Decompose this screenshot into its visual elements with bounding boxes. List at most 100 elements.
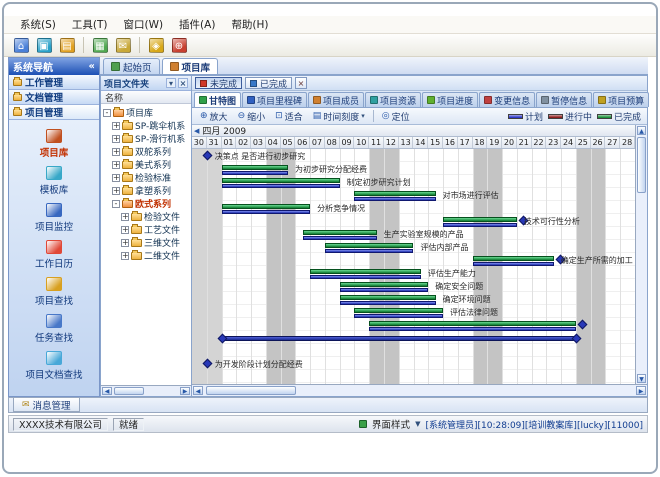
sidebar-group-work[interactable]: 工作管理 [9, 75, 99, 90]
collapse-sidebar-button[interactable]: « [89, 61, 95, 72]
locate-button[interactable]: ◎定位 [378, 108, 414, 125]
folder-icon [131, 213, 142, 221]
task-label: 评估内部产品 [421, 242, 469, 253]
button-label: 时间刻度 [323, 110, 359, 123]
message-tab-label: 消息管理 [33, 398, 71, 412]
tree-node[interactable]: +二维文件 [101, 249, 191, 262]
view-tab-resources[interactable]: 项目资源 [365, 92, 421, 107]
mail-icon-button[interactable]: ✉ [113, 36, 133, 55]
home-icon-button[interactable]: ⌂ [11, 36, 31, 55]
tree-expander-icon[interactable]: + [121, 239, 129, 247]
tree-node[interactable]: +检验标准 [101, 171, 191, 184]
key-icon-button[interactable]: ◈ [146, 36, 166, 55]
chevron-down-icon[interactable]: ▾ [166, 78, 176, 88]
window-icon: ▣ [37, 38, 52, 53]
sidebar-groups: 工作管理文档管理项目管理 [9, 75, 99, 120]
view-tab-gantt[interactable]: 甘特图 [194, 92, 241, 107]
task-bar-completed [369, 321, 576, 326]
tree-node[interactable]: +双舵系列 [101, 145, 191, 158]
filter-incomplete-button[interactable]: 未完成 [195, 77, 242, 89]
tree-expander-icon[interactable]: + [112, 135, 120, 143]
view-tab-pause[interactable]: 暂停信息 [536, 92, 592, 107]
tree-expander-icon[interactable]: + [112, 122, 120, 130]
grid-line [591, 149, 592, 384]
view-tab-budget[interactable]: 项目预算 [593, 92, 649, 107]
menu-item[interactable]: 系统(S) [12, 16, 64, 33]
sidebar-item-work-calendar[interactable]: 工作日历 [9, 238, 99, 272]
gantt-grid[interactable]: 决策点 是否进行初步研究为初步研究分配经费制定初步研究计划对市场进行评估分析竞争… [192, 149, 635, 384]
scroll-right-arrow[interactable]: ▶ [180, 387, 190, 395]
menu-item[interactable]: 窗口(W) [115, 16, 171, 33]
tree-node[interactable]: +三维文件 [101, 236, 191, 249]
zoom-in-button[interactable]: ⊕放大 [196, 108, 232, 125]
tree-expander-icon[interactable]: + [121, 226, 129, 234]
time-scale-button[interactable]: ▤时间刻度▾ [309, 108, 369, 125]
tree-node[interactable]: +拿塑系列 [101, 184, 191, 197]
work-calendar-icon [46, 240, 62, 254]
message-manager-tab[interactable]: ✉ 消息管理 [13, 398, 80, 412]
tree-expander-icon[interactable]: + [112, 187, 120, 195]
chart-icon-button[interactable]: ▦ [90, 36, 110, 55]
sidebar-item-project-doc-search[interactable]: 项目文档查找 [9, 349, 99, 383]
timeline-left-arrow[interactable]: ◀ [194, 127, 199, 135]
tree-horizontal-scrollbar[interactable]: ◀ ▶ [101, 385, 191, 396]
legend-swatch [597, 114, 612, 119]
sidebar-item-project-search[interactable]: 项目查找 [9, 275, 99, 309]
tree-node-label: 美式系列 [135, 158, 171, 171]
scrollbar-thumb[interactable] [637, 137, 646, 193]
task-label: 技术可行性分析 [524, 216, 580, 227]
window-icon-button[interactable]: ▣ [34, 36, 54, 55]
folder-icon-button[interactable]: ▤ [57, 36, 77, 55]
scrollbar-thumb[interactable] [206, 386, 296, 395]
view-tab-progress[interactable]: 项目进度 [422, 92, 478, 107]
filter-completed-button[interactable]: 已完成 [245, 77, 292, 89]
sidebar-group-documents[interactable]: 文档管理 [9, 90, 99, 105]
scroll-left-arrow[interactable]: ◀ [193, 386, 203, 395]
menu-item[interactable]: 帮助(H) [223, 16, 276, 33]
sidebar-item-task-search[interactable]: 任务查找 [9, 312, 99, 346]
tree-expander-icon[interactable]: + [112, 161, 120, 169]
view-tab-milestone[interactable]: 项目里程碑 [242, 92, 307, 107]
tab-project-library[interactable]: 项目库 [162, 58, 219, 74]
scroll-up-arrow[interactable]: ▲ [637, 126, 646, 135]
scroll-down-arrow[interactable]: ▼ [637, 374, 646, 383]
tree-node[interactable]: - 项目库 [101, 106, 191, 119]
filter-close-button[interactable]: × [295, 77, 307, 89]
zoom-fit-button[interactable]: ⊡适合 [271, 108, 307, 125]
scroll-left-arrow[interactable]: ◀ [102, 387, 112, 395]
tree-expander-icon[interactable]: - [112, 200, 120, 208]
tree-node[interactable]: +工艺文件 [101, 223, 191, 236]
tree-node[interactable]: +SP-滑行机系 [101, 132, 191, 145]
tree-expander-icon[interactable]: + [112, 174, 120, 182]
tree-node-label: 项目库 [126, 106, 153, 119]
vertical-scrollbar[interactable]: ▲ ▼ [635, 125, 647, 384]
zoom-out-button[interactable]: ⊖缩小 [234, 108, 270, 125]
sidebar-item-project-library[interactable]: 项目库 [9, 127, 99, 161]
tab-start-page[interactable]: 起始页 [103, 58, 160, 74]
tree-expander-icon[interactable]: - [103, 109, 111, 117]
tree-expander-icon[interactable]: + [112, 148, 120, 156]
sidebar-item-project-monitor[interactable]: 项目监控 [9, 201, 99, 235]
month-label: 四月 2009 [202, 124, 246, 137]
style-dropdown-arrow[interactable]: ▼ [415, 420, 420, 428]
exit-icon-button[interactable]: ⊕ [169, 36, 189, 55]
sidebar-group-projects[interactable]: 项目管理 [9, 105, 99, 120]
view-tab-change[interactable]: 变更信息 [479, 92, 535, 107]
grid-line [532, 149, 533, 384]
scroll-right-arrow[interactable]: ▶ [636, 386, 646, 395]
tree-expander-icon[interactable]: + [121, 252, 129, 260]
tree-node[interactable]: +检验文件 [101, 210, 191, 223]
tree-node[interactable]: -欧式系列 [101, 197, 191, 210]
sidebar-item-template-library[interactable]: 模板库 [9, 164, 99, 198]
menu-item[interactable]: 工具(T) [64, 16, 116, 33]
close-icon[interactable]: × [178, 78, 188, 88]
tree-node[interactable]: +SP-跳伞机系 [101, 119, 191, 132]
tree-expander-icon[interactable]: + [121, 213, 129, 221]
menu-item[interactable]: 插件(A) [171, 16, 223, 33]
scrollbar-thumb[interactable] [114, 387, 144, 395]
view-tab-members[interactable]: 项目成员 [308, 92, 364, 107]
tree-node[interactable]: + 美式系列 [101, 158, 191, 171]
summary-bar [222, 336, 576, 341]
grid-line [428, 149, 429, 384]
horizontal-scrollbar[interactable]: ◀ ▶ [192, 384, 647, 396]
